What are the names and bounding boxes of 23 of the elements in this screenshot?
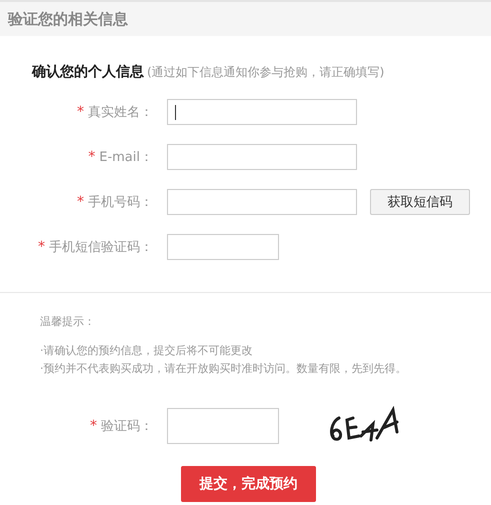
required-mark: * — [88, 149, 96, 165]
required-mark: * — [90, 418, 97, 434]
input-field[interactable] — [167, 234, 279, 260]
section-hint: (通过如下信息通知你参与抢购，请正确填写) — [147, 64, 384, 81]
section-title: 确认您的个人信息 — [32, 63, 144, 81]
required-mark: * — [77, 104, 84, 120]
field-label: 手机号码： — [88, 194, 153, 211]
field-label: E-mail： — [99, 149, 153, 166]
input-field[interactable] — [167, 144, 357, 170]
tip-text: ·预约并不代表购买成功，请在开放购买时准时访问。数量有限，先到先得。 — [40, 361, 408, 377]
input-field[interactable] — [167, 189, 357, 215]
field-label: 手机短信验证码： — [49, 239, 153, 256]
required-mark: * — [38, 239, 45, 255]
get-code-button[interactable]: 获取短信码 — [370, 189, 470, 215]
submit-button[interactable]: 提交，完成预约 — [181, 466, 316, 502]
field-label: 验证码： — [101, 418, 153, 435]
header-title: 验证您的相关信息 — [8, 10, 128, 28]
required-mark: * — [77, 194, 84, 210]
tips-title: 温馨提示： — [40, 314, 96, 329]
input-field[interactable] — [167, 99, 357, 125]
field-label: 真实姓名： — [88, 104, 153, 121]
tip-text: ·请确认您的预约信息，提交后将不可能更改 — [40, 343, 254, 359]
captcha-field[interactable] — [167, 408, 279, 444]
